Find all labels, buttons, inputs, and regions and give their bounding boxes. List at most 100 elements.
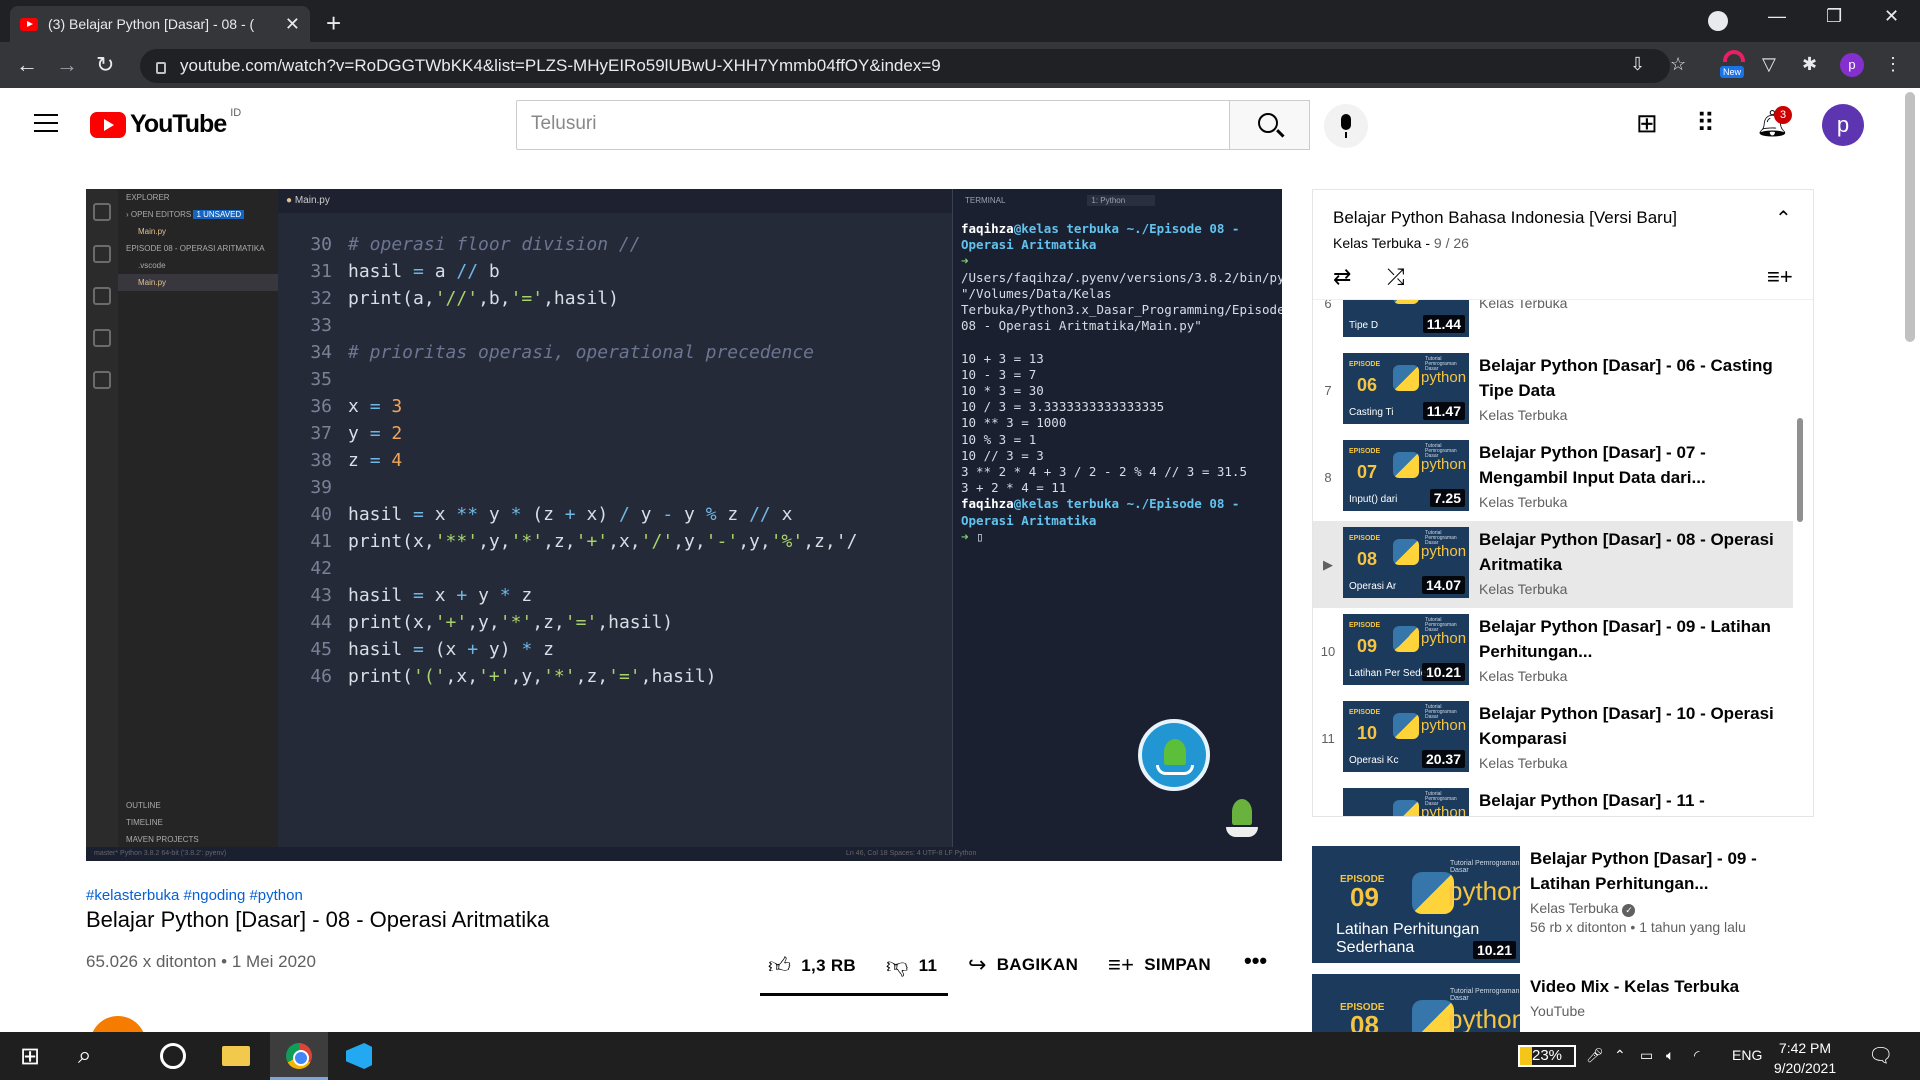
code-line: 44 print(x, '+' ,y, '*' ,z, '=' ,hasil) bbox=[278, 609, 857, 636]
windows-taskbar: ⊞ ⌕ 23% 🎤︎ ⌃ ▭ 🔈︎ ◜ ENG 7:42 PM 9/20/202… bbox=[0, 1032, 1920, 1080]
terminal-line: 10 * 3 = 30 bbox=[961, 383, 1044, 399]
search-input[interactable]: Telusuri bbox=[516, 100, 1230, 150]
playlist-item-title[interactable]: Belajar Python [Dasar] - 07 - Mengambil … bbox=[1479, 440, 1779, 490]
bookmark-star-icon[interactable]: ☆ bbox=[1670, 54, 1686, 75]
video-thumbnail[interactable]: EPISODE 07 Tutorial Pemrograman Dasar pytho… bbox=[1343, 440, 1469, 511]
related-video-title[interactable]: Video Mix - Kelas Terbuka bbox=[1530, 974, 1812, 999]
restore-button[interactable]: ❐ bbox=[1826, 6, 1842, 27]
video-thumbnail[interactable]: EPISODE 09 Tutorial Pemrograman Dasar pytho… bbox=[1312, 846, 1520, 963]
video-thumbnail[interactable]: EPISODE 09 Tutorial Pemrograman Dasar pytho… bbox=[1343, 614, 1469, 685]
search-button[interactable] bbox=[1230, 100, 1310, 150]
clock[interactable]: 7:42 PM 9/20/2021 bbox=[1760, 1038, 1850, 1078]
apps-grid-icon[interactable]: ⠿ bbox=[1696, 108, 1715, 139]
chrome-icon[interactable] bbox=[286, 1043, 312, 1069]
playlist-menu-icon[interactable]: ≡+ bbox=[1767, 264, 1793, 290]
video-thumbnail[interactable]: Tutorial Pemrograman Dasar python bbox=[1343, 788, 1469, 816]
dislike-button[interactable]: 👎︎ 11 bbox=[886, 952, 937, 979]
video-thumbnail[interactable]: EPISODE 06 Tutorial Pemrograman Dasar pytho… bbox=[1343, 353, 1469, 424]
voice-search-button[interactable] bbox=[1324, 104, 1368, 148]
code-line: 31 hasil = a // b bbox=[278, 258, 857, 285]
volume-icon[interactable]: 🔈︎ bbox=[1666, 1047, 1674, 1064]
extensions-puzzle-icon[interactable]: ✱ bbox=[1802, 54, 1817, 75]
forward-button[interactable]: → bbox=[56, 52, 78, 78]
like-button[interactable]: 👍︎ 1,3 RB bbox=[768, 952, 856, 979]
playlist-title[interactable]: Belajar Python Bahasa Indonesia [Versi B… bbox=[1333, 208, 1677, 228]
user-avatar[interactable]: p bbox=[1822, 104, 1864, 146]
run-icon bbox=[93, 329, 111, 347]
back-button[interactable]: ← bbox=[16, 52, 38, 78]
related-video[interactable]: EPISODE 09 Tutorial Pemrograman Dasar pytho… bbox=[1312, 846, 1812, 963]
url-bar[interactable]: youtube.com/watch?v=RoDGGTWbKK4&list=PLZ… bbox=[140, 49, 1670, 83]
playlist-item-title[interactable]: Belajar Python [Dasar] - 10 - Operasi Ko… bbox=[1479, 701, 1779, 751]
notifications-icon[interactable]: 🗨︎ bbox=[1868, 1043, 1893, 1068]
microphone-tray-icon[interactable]: 🎤︎ bbox=[1586, 1047, 1604, 1064]
input-language[interactable]: ENG bbox=[1732, 1047, 1762, 1063]
like-ratio-bar bbox=[760, 993, 948, 996]
extension-rainbow-icon[interactable]: New bbox=[1720, 50, 1748, 82]
close-window-button[interactable]: ✕ bbox=[1884, 6, 1899, 27]
python-logo-icon bbox=[1393, 800, 1419, 816]
playlist-item[interactable]: 7 EPISODE 06 Tutorial Pemrograman Dasar pyth… bbox=[1313, 347, 1793, 434]
hamburger-menu-icon[interactable] bbox=[34, 114, 58, 132]
reload-button[interactable]: ↻ bbox=[96, 52, 114, 78]
extension-v-icon[interactable]: ▽ bbox=[1762, 54, 1776, 75]
related-video-title[interactable]: Belajar Python [Dasar] - 09 - Latihan Pe… bbox=[1530, 846, 1812, 896]
playlist-panel: Belajar Python Bahasa Indonesia [Versi B… bbox=[1312, 189, 1814, 817]
youtube-logo[interactable]: YouTube ID bbox=[90, 106, 242, 139]
minimize-button[interactable]: — bbox=[1768, 6, 1786, 27]
file-explorer-icon[interactable] bbox=[222, 1046, 250, 1066]
country-code: ID bbox=[230, 106, 242, 119]
wifi-icon[interactable]: ◜ bbox=[1694, 1047, 1699, 1064]
search-icon bbox=[1258, 113, 1278, 133]
playlist-item-title[interactable]: Belajar Python [Dasar] - 08 - Operasi Ar… bbox=[1479, 527, 1779, 577]
show-hidden-icons-chevron-icon[interactable]: ⌃ bbox=[1614, 1047, 1626, 1064]
save-button[interactable]: ≡+ SIMPAN bbox=[1108, 952, 1211, 978]
playlist-item[interactable]: ▶ EPISODE 08 Tutorial Pemrograman Dasar pyth… bbox=[1313, 521, 1793, 608]
playlist-item-title[interactable]: Belajar Python [Dasar] - 09 - Latihan Pe… bbox=[1479, 614, 1779, 664]
search-icon[interactable]: ⌕ bbox=[78, 1042, 91, 1070]
video-thumbnail[interactable]: EPISODE 10 Tutorial Pemrograman Dasar pytho… bbox=[1343, 701, 1469, 772]
video-hashtags[interactable]: #kelasterbuka #ngoding #python bbox=[86, 887, 303, 904]
playlist-item-title[interactable]: Belajar Python [Dasar] - 11 - bbox=[1479, 788, 1779, 813]
browser-tab[interactable]: (3) Belajar Python [Dasar] - 08 - ( ✕ bbox=[10, 6, 310, 42]
share-button[interactable]: ↪ BAGIKAN bbox=[968, 952, 1078, 978]
video-thumbnail[interactable]: EPISODE 08 Tutorial Pemrograman Dasar pytho… bbox=[1343, 527, 1469, 598]
terminal-line: 3 ** 2 * 4 + 3 / 2 - 2 % 4 // 3 = 31.5 bbox=[961, 464, 1247, 480]
lock-icon bbox=[156, 62, 166, 74]
terminal-line: 10 ** 3 = 1000 bbox=[961, 415, 1067, 431]
vscode-icon[interactable] bbox=[346, 1043, 372, 1069]
line-number: 32 bbox=[310, 288, 332, 309]
playlist-item[interactable]: 8 EPISODE 07 Tutorial Pemrograman Dasar pyth… bbox=[1313, 434, 1793, 521]
whatsapp-icon[interactable] bbox=[160, 1043, 186, 1069]
code-line: 43 hasil = x + y * z bbox=[278, 582, 857, 609]
file-main: Main.py bbox=[118, 274, 278, 291]
battery-indicator[interactable]: 23% bbox=[1518, 1045, 1576, 1067]
page-scrollbar[interactable] bbox=[1905, 92, 1915, 342]
media-control-icon[interactable] bbox=[1708, 11, 1728, 31]
video-player[interactable]: EXPLORER › OPEN EDITORS 1 UNSAVED Main.p… bbox=[86, 189, 1282, 861]
playlist-item-channel: Kelas Terbuka bbox=[1479, 668, 1568, 684]
code-line: 40 hasil = x ** y * (z + x) / y - y % z /… bbox=[278, 501, 857, 528]
windows-start-icon[interactable]: ⊞ bbox=[20, 1042, 40, 1071]
browser-menu-icon[interactable]: ⋮ bbox=[1884, 54, 1902, 75]
playlist-index: 8 bbox=[1324, 470, 1332, 485]
clock-date: 9/20/2021 bbox=[1773, 1060, 1837, 1076]
battery-tray-icon[interactable]: ▭ bbox=[1640, 1047, 1653, 1064]
close-tab-icon[interactable]: ✕ bbox=[285, 14, 300, 35]
create-video-icon[interactable]: ⊞ bbox=[1636, 108, 1658, 139]
playlist-item-title[interactable]: Belajar Python [Dasar] - 06 - Casting Ti… bbox=[1479, 353, 1779, 403]
playlist-scrollbar[interactable] bbox=[1797, 418, 1803, 522]
video-duration: 11.44 bbox=[1422, 315, 1465, 333]
code-line: 37 y = 2 bbox=[278, 420, 857, 447]
install-icon[interactable]: ⇩ bbox=[1630, 54, 1645, 75]
loop-icon[interactable]: ⇄ bbox=[1333, 264, 1351, 290]
playlist-item[interactable]: 11 EPISODE 10 Tutorial Pemrograman Dasar pyt… bbox=[1313, 695, 1793, 782]
more-actions-button[interactable]: ••• bbox=[1244, 948, 1267, 974]
playlist-item[interactable]: Tutorial Pemrograman Dasar python Belajar … bbox=[1313, 782, 1793, 816]
new-tab-button[interactable]: + bbox=[326, 8, 341, 39]
verified-check-icon: ✓ bbox=[1622, 904, 1636, 917]
browser-profile-avatar[interactable]: p bbox=[1840, 53, 1864, 77]
playlist-item[interactable]: 10 EPISODE 09 Tutorial Pemrograman Dasar pyt… bbox=[1313, 608, 1793, 695]
shuffle-icon[interactable]: ⤮ bbox=[1387, 264, 1405, 290]
collapse-chevron-icon[interactable]: ⌃ bbox=[1775, 206, 1792, 231]
